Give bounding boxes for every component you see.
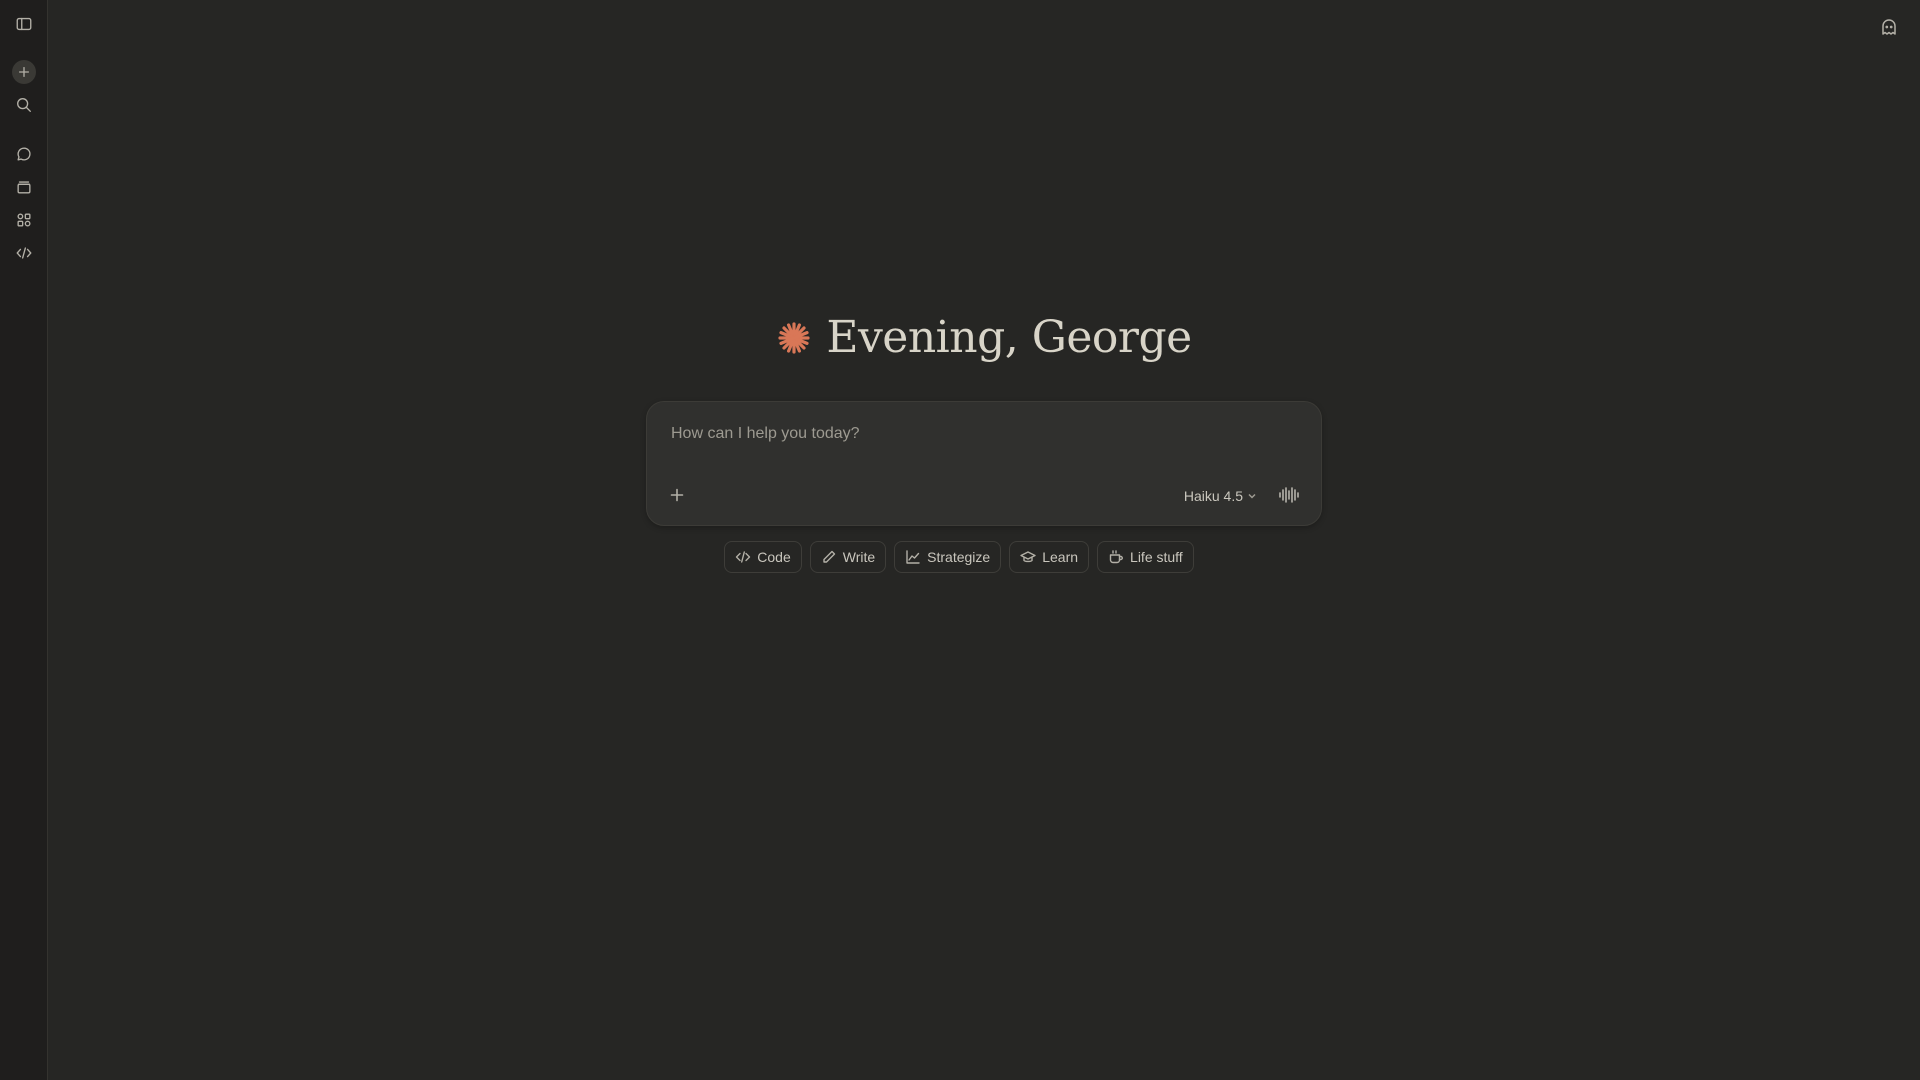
pencil-icon [823, 550, 835, 563]
plus-icon [670, 488, 684, 502]
chip-label: Strategize [927, 549, 991, 565]
greeting-text: Evening, George [826, 312, 1192, 363]
artifacts-icon [17, 213, 31, 227]
voice-mode-button[interactable] [1275, 481, 1303, 509]
chat-bubble-icon [17, 147, 31, 161]
graduation-cap-icon [1020, 551, 1036, 563]
chip-learn[interactable]: Learn [1009, 541, 1090, 573]
prompt-input[interactable] [669, 424, 1293, 444]
incognito-button[interactable] [1876, 14, 1902, 40]
search-button[interactable] [12, 93, 36, 117]
sidebar-rail [0, 0, 48, 1080]
code-icon [16, 247, 32, 259]
chip-label: Life stuff [1130, 549, 1183, 565]
model-label: Haiku 4.5 [1183, 488, 1243, 504]
coffee-cup-icon [1109, 550, 1123, 564]
new-chat-button[interactable] [12, 60, 36, 84]
projects-button[interactable] [12, 175, 36, 199]
chip-write[interactable]: Write [809, 541, 887, 573]
sidebar-toggle-button[interactable] [12, 12, 36, 36]
composer: Haiku 4.5 [646, 401, 1322, 526]
waveform-icon [1279, 487, 1299, 503]
chip-label: Code [757, 549, 791, 565]
ghost-icon [1882, 19, 1896, 35]
attach-button[interactable] [663, 481, 691, 509]
chip-life-stuff[interactable]: Life stuff [1097, 541, 1194, 573]
chart-line-icon [906, 550, 920, 564]
chats-button[interactable] [12, 142, 36, 166]
model-selector[interactable]: Haiku 4.5 [1184, 488, 1257, 504]
sidebar-toggle-icon [16, 17, 32, 31]
chip-label: Learn [1042, 549, 1079, 565]
claude-spark-icon [776, 320, 812, 356]
chip-strategize[interactable]: Strategize [894, 541, 1002, 573]
plus-icon [18, 66, 30, 78]
chevron-down-icon [1248, 493, 1256, 499]
chip-label: Write [842, 549, 876, 565]
app-root: Evening, George Haiku 4.5 [0, 0, 1920, 1080]
chip-code[interactable]: Code [724, 541, 802, 573]
search-icon [17, 98, 31, 112]
projects-icon [17, 181, 31, 194]
suggestion-chips: Code Write Strategize Learn Life stuff [48, 541, 1920, 573]
code-icon [736, 551, 751, 563]
artifacts-button[interactable] [12, 208, 36, 232]
greeting: Evening, George [48, 312, 1920, 363]
code-button[interactable] [12, 241, 36, 265]
